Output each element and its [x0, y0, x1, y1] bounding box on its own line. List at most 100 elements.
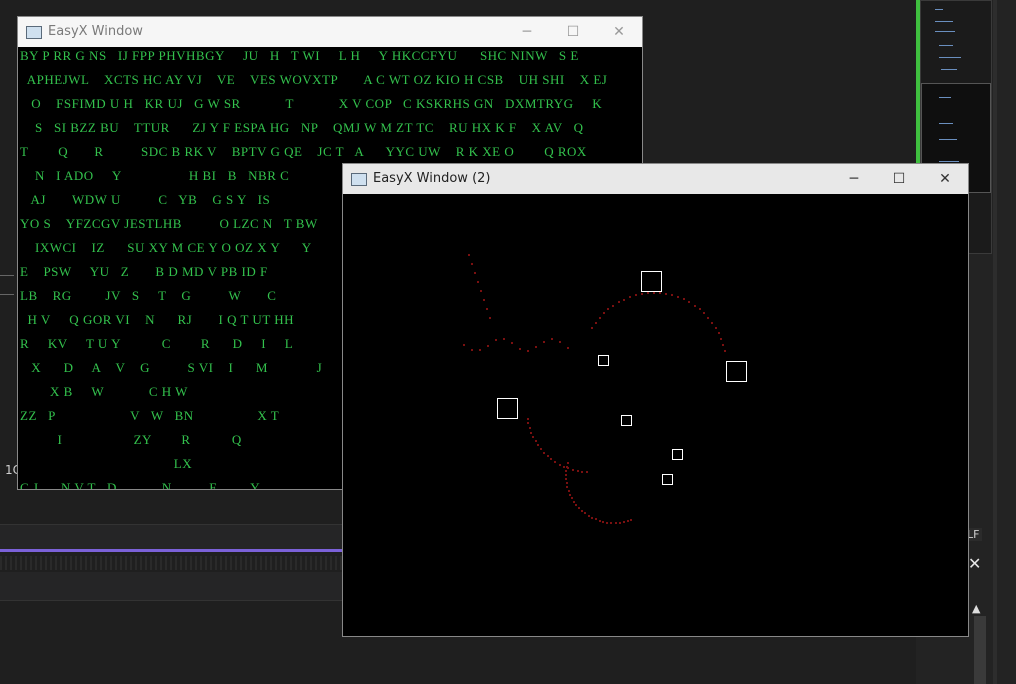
trace-dot — [479, 349, 481, 352]
trace-dot — [471, 349, 473, 352]
matrix-text-line: BY P RR G NS IJ FPP PHVHBGY JU H T WI L … — [20, 48, 579, 63]
matrix-text-line: S SI BZZ BU TTUR ZJ Y F ESPA HG NP QMJ W… — [20, 120, 584, 135]
trace-dot — [575, 503, 578, 506]
scroll-up-icon[interactable]: ▲ — [972, 602, 980, 615]
trace-dot — [567, 346, 569, 349]
window-titlebar[interactable]: EasyX Window (2) ─ ☐ ✕ — [343, 164, 968, 194]
trace-dot — [570, 497, 573, 500]
trace-dot — [489, 317, 491, 319]
trace-dot — [591, 516, 594, 519]
trace-dot — [707, 316, 710, 319]
trace-dot — [471, 263, 473, 265]
trace-dot — [578, 506, 581, 509]
trace-dot — [688, 301, 691, 304]
minimap-line — [939, 57, 961, 58]
trace-dot — [630, 518, 633, 521]
trace-dot — [532, 436, 535, 439]
control-point-box[interactable] — [726, 361, 747, 382]
trace-dot — [535, 346, 537, 349]
easyx-window-plot[interactable]: EasyX Window (2) ─ ☐ ✕ — [343, 164, 968, 636]
trace-dot — [617, 301, 620, 304]
trace-dot — [503, 338, 505, 341]
minimap-line — [935, 31, 955, 32]
matrix-text-line: AJ WDW U C YB G S Y IS — [20, 192, 271, 207]
trace-dot — [511, 342, 513, 345]
ide-guide-line — [0, 294, 14, 295]
trace-dot — [594, 321, 597, 324]
trace-dot — [519, 347, 521, 350]
maximize-button[interactable]: ☐ — [876, 164, 922, 194]
trace-dot — [480, 290, 482, 292]
trace-dot — [495, 339, 497, 342]
app-window-icon — [351, 173, 367, 186]
control-point-box[interactable] — [621, 415, 632, 426]
trace-dot — [576, 469, 579, 472]
trace-dot — [527, 422, 530, 425]
trace-dot — [682, 298, 685, 301]
matrix-text-line: IXWCI IZ SU XY M CE Y O OZ X Y Y — [20, 240, 312, 255]
trace-dot — [526, 417, 529, 420]
trace-dot — [698, 308, 701, 311]
trace-dot — [623, 298, 626, 301]
trace-dot — [567, 489, 570, 492]
plot-canvas[interactable] — [343, 194, 968, 636]
trace-dot — [598, 519, 601, 522]
matrix-text-line: APHEJWL XCTS HC AY VJ VE VES WOVXTP A C … — [20, 72, 608, 87]
minimap-line — [939, 97, 951, 98]
matrix-text-line: H V Q GOR VI N RJ I Q T UT HH — [20, 312, 295, 327]
maximize-icon: ☐ — [566, 24, 580, 40]
control-point-box[interactable] — [641, 271, 662, 292]
trace-dot — [565, 473, 567, 476]
trace-dot — [468, 254, 470, 256]
trace-dot — [581, 509, 584, 512]
trace-dot — [569, 493, 572, 496]
matrix-text-line: R KV T U Y C R D I L — [20, 336, 294, 351]
trace-dot — [659, 292, 662, 295]
trace-dot — [554, 461, 557, 464]
window-title: EasyX Window (2) — [373, 171, 491, 186]
trace-dot — [594, 518, 597, 521]
matrix-text-line: O FSFIMD U H KR UJ G W SR T X V COP C KS… — [20, 96, 603, 111]
trace-dot — [474, 272, 476, 274]
trace-dot — [573, 500, 576, 503]
trace-dot — [607, 308, 610, 311]
maximize-icon: ☐ — [892, 171, 906, 187]
trace-dot — [640, 293, 643, 296]
trace-dot — [591, 326, 594, 329]
maximize-button[interactable]: ☐ — [550, 17, 596, 47]
panel-scrollbar[interactable] — [974, 616, 986, 684]
trace-dot — [566, 461, 569, 464]
trace-dot — [671, 294, 674, 297]
matrix-text-line: YO S YFZCGV JESTLHB O LZC N T BW — [20, 216, 318, 231]
matrix-text-line: N I ADO Y H BI B NBR C — [20, 168, 290, 183]
minimize-button[interactable]: ─ — [831, 164, 877, 194]
trace-dot — [677, 296, 680, 299]
trace-dot — [543, 340, 545, 343]
minimap-line — [935, 9, 943, 10]
trace-dot — [602, 312, 605, 315]
trace-dot — [483, 299, 485, 301]
control-point-box[interactable] — [662, 474, 673, 485]
trace-dot — [477, 281, 479, 283]
control-point-box[interactable] — [497, 398, 518, 419]
minimap-line — [939, 45, 953, 46]
ide-guide-line — [0, 275, 14, 276]
trace-dot — [626, 520, 629, 523]
minimap-line — [939, 161, 959, 162]
close-button[interactable]: ✕ — [922, 164, 968, 194]
trace-dot — [565, 481, 568, 484]
minimap-line — [941, 69, 957, 70]
trace-dot — [558, 463, 561, 466]
minimize-button[interactable]: ─ — [504, 17, 550, 47]
control-point-box[interactable] — [672, 449, 683, 460]
window-titlebar[interactable]: EasyX Window ─ ☐ ✕ — [18, 17, 642, 47]
matrix-text-line: T Q R SDC B RK V BPTV G QE JC T A YYC UW… — [20, 144, 587, 159]
matrix-text-line: X D A V G S VI I M J — [20, 360, 323, 375]
trace-dot — [581, 470, 584, 473]
trace-dot — [618, 521, 621, 524]
panel-close-icon[interactable]: ✕ — [968, 554, 981, 573]
trace-dot — [543, 451, 546, 454]
close-button[interactable]: ✕ — [596, 17, 642, 47]
trace-dot — [714, 326, 717, 329]
control-point-box[interactable] — [598, 355, 609, 366]
